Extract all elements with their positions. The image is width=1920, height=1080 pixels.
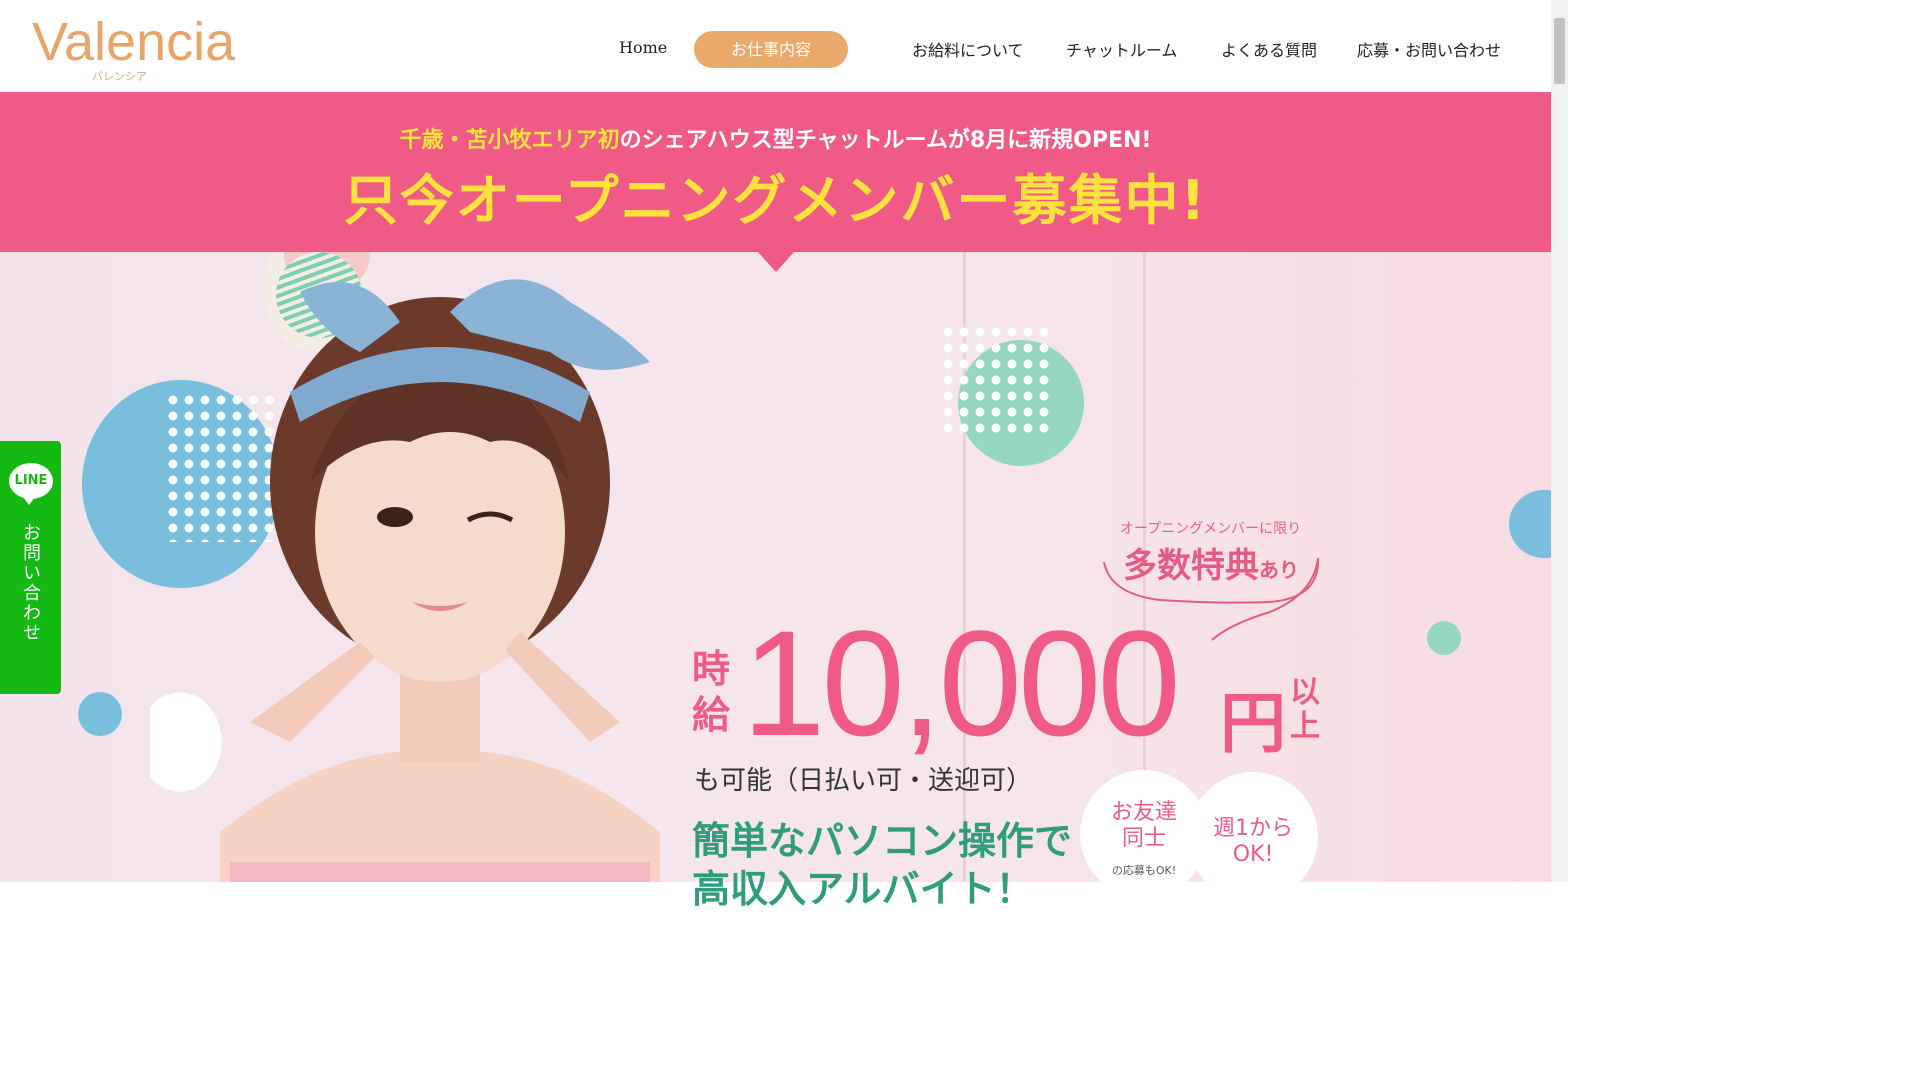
page-scrollbar[interactable] — [1551, 0, 1568, 882]
banner-subtitle: 千歳・苫小牧エリア初のシェアハウス型チャットルームが8月に新規OPEN! — [0, 122, 1551, 154]
nav-faq[interactable]: よくある質問 — [1221, 37, 1317, 61]
banner-pointer — [758, 252, 794, 272]
logo[interactable]: Valencia バレンシア — [32, 12, 236, 83]
scrollbar-thumb[interactable] — [1554, 18, 1565, 84]
small-mint-dot — [1427, 621, 1461, 655]
wage-yen: 円 — [1220, 685, 1286, 762]
tagline-2: 高収入アルバイト！ — [692, 867, 1034, 911]
edge-blue-blob — [1509, 490, 1551, 558]
banner-headline: 只今オープニングメンバー募集中! — [343, 169, 1208, 232]
nav-job-details[interactable]: お仕事内容 — [694, 31, 848, 68]
line-icon: LINE — [9, 463, 53, 505]
weekly-badge: 週1から OK! — [1188, 772, 1318, 902]
dot-pattern — [940, 324, 1050, 434]
small-blue-dot — [78, 692, 122, 736]
nav-chatroom[interactable]: チャットルーム — [1066, 37, 1177, 61]
line-contact-text: お問い合わせ — [19, 523, 43, 643]
nav-home[interactable]: Home — [619, 38, 667, 57]
weekly-badge-title: 週1から OK! — [1213, 816, 1293, 867]
wage-note: も可能（日払い可・送迎可） — [694, 766, 1033, 796]
site-header: Valencia バレンシア Home お仕事内容 お給料について チャットルー… — [0, 0, 1551, 92]
nav-salary[interactable]: お給料について — [912, 37, 1024, 61]
wage-label: 時給 — [692, 647, 731, 737]
line-contact-tab[interactable]: LINE お問い合わせ — [0, 441, 61, 694]
model-photo — [150, 279, 660, 882]
benefit-caption: オープニングメンバーに限り — [1120, 521, 1302, 537]
banner-highlight: 千歳・苫小牧エリア初 — [399, 128, 620, 153]
announcement-banner: 千歳・苫小牧エリア初のシェアハウス型チャットルームが8月に新規OPEN! 只今オ… — [0, 92, 1551, 252]
logo-text: Valencia — [32, 12, 236, 72]
logo-subtext: バレンシア — [92, 70, 147, 83]
line-contact-label: お問い合わせ — [20, 523, 41, 643]
wage-amount: 10,000 — [742, 599, 1181, 767]
tagline-1: 簡単なパソコン操作で — [692, 819, 1073, 863]
banner-subtitle-rest: のシェアハウス型チャットルームが8月に新規OPEN! — [619, 128, 1152, 153]
wage-or-more: 以上 — [1290, 675, 1320, 744]
nav-apply-contact[interactable]: 応募・お問い合わせ — [1357, 37, 1501, 61]
